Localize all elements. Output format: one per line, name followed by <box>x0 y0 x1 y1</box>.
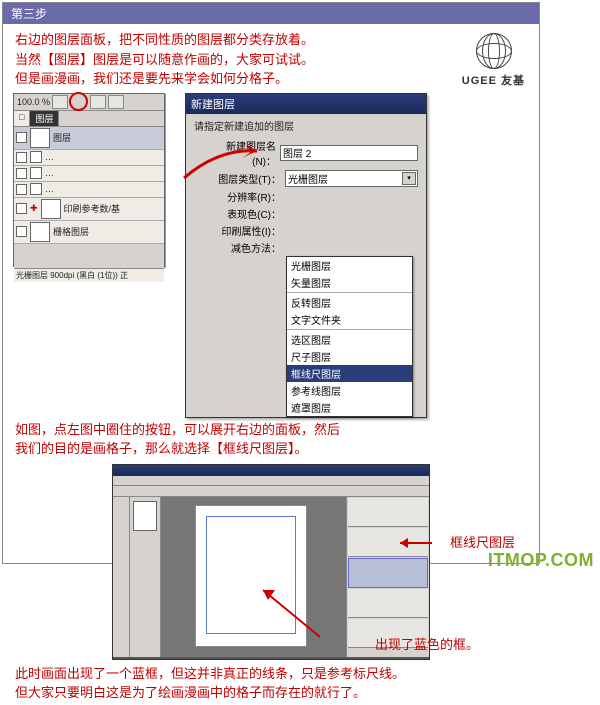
layer-row-print[interactable]: ✚ 印刷参考数/基 <box>14 198 164 221</box>
option-vector[interactable]: 矢量图层 <box>287 274 412 291</box>
option-selection[interactable]: 选区图层 <box>287 331 412 348</box>
toolbar-button[interactable] <box>90 95 106 109</box>
panel-block[interactable] <box>348 589 428 618</box>
red-arrow-icon <box>394 536 434 550</box>
field-print: 印刷属性(I)： <box>186 222 426 239</box>
layers-toolbar: 100.0 % <box>14 94 164 111</box>
layer-row[interactable]: … <box>14 166 164 182</box>
panel-status: 光栅图层 900dpi (黑白 (1位)) 正 <box>14 269 164 282</box>
bottom-line: 此时画面出现了一个蓝框，但这并非真正的线条，只是参考标尺线。 <box>15 664 529 684</box>
right-panels <box>346 497 429 657</box>
middle-line: 如图，点左图中圈住的按钮，可以展开右边的面板，然后 <box>15 420 529 440</box>
layer-row[interactable]: 图层 <box>14 127 164 150</box>
option-frame-ruler[interactable]: 框线尺图层 <box>287 365 412 382</box>
middle-text: 如图，点左图中圈住的按钮，可以展开右边的面板，然后 我们的目的是画格子，那么就选… <box>3 418 539 461</box>
layer-name: 栅格图层 <box>53 225 162 238</box>
layer-name: 图层 <box>53 131 162 144</box>
panel-spacer <box>14 244 164 269</box>
field-reduce: 减色方法： <box>186 239 426 256</box>
toolbar-button[interactable] <box>52 95 68 109</box>
layer-row[interactable]: … <box>14 150 164 166</box>
panel-tabs: □ 图层 <box>14 111 164 127</box>
middle-line: 我们的目的是画格子，那么就选择【框线尺图层】。 <box>15 439 529 459</box>
dialog-prompt: 请指定新建追加的图层 <box>186 114 426 137</box>
option-guide[interactable]: 参考线图层 <box>287 382 412 399</box>
step-header: 第三步 <box>3 3 539 24</box>
label: 表现色(C)： <box>216 206 281 221</box>
intro-line: 但是画漫画，我们还是要先来学会如何分格子。 <box>15 69 415 89</box>
new-layer-dialog: 新建图层 请指定新建追加的图层 新建图层名(N)： 图层类型(T)： 光栅图层 … <box>185 93 427 418</box>
app-menubar <box>113 476 429 486</box>
page-thumb[interactable] <box>133 501 157 531</box>
field-resolution: 分辨率(R)： <box>186 188 426 205</box>
layer-type-options: 光栅图层 矢量图层 反转图层 文字文件夹 选区图层 尺子图层 框线尺图层 参考线… <box>286 256 413 417</box>
screenshot-row-1: 100.0 % □ 图层 图层 … … … ✚ 印刷参考数/基 <box>3 91 539 418</box>
visibility-checkbox[interactable] <box>16 132 27 143</box>
intro-text: 右边的图层面板，把不同性质的图层都分类存放着。 当然【图层】图层是可以随意作画的… <box>3 24 425 91</box>
tab-layers[interactable]: 图层 <box>30 111 59 126</box>
bottom-text: 此时画面出现了一个蓝框，但这并非真正的线条，只是参考标尺线。 但大家只要明白这是… <box>3 660 539 705</box>
zoom-value: 100.0 % <box>17 97 50 107</box>
layer-name-input[interactable] <box>280 145 418 161</box>
dropdown-value: 光栅图层 <box>288 175 328 186</box>
label: 减色方法： <box>216 240 281 255</box>
chevron-down-icon[interactable]: ▾ <box>402 172 416 185</box>
layers-panel: 100.0 % □ 图层 图层 … … … ✚ 印刷参考数/基 <box>13 93 165 267</box>
red-arrow-icon <box>179 143 269 183</box>
option-textfolder[interactable]: 文字文件夹 <box>287 311 412 328</box>
layer-icon <box>30 128 50 148</box>
field-color: 表现色(C)： <box>186 205 426 222</box>
option-mask[interactable]: 遮罩图层 <box>287 399 412 416</box>
app-titlebar <box>113 465 429 476</box>
tutorial-page: 第三步 UGEE 友基 右边的图层面板，把不同性质的图层都分类存放着。 当然【图… <box>2 2 540 564</box>
callout-blue-box: 出现了蓝色的框。 <box>375 634 479 653</box>
tool-sidebar <box>113 497 130 657</box>
layer-row-grid[interactable]: 栅格图层 <box>14 221 164 244</box>
watermark: ITMOP.COM <box>488 550 594 571</box>
layer-row[interactable]: … <box>14 182 164 198</box>
app-toolbar <box>113 486 429 497</box>
globe-icon <box>476 33 510 67</box>
label: 分辨率(R)： <box>216 189 281 204</box>
option-ruler[interactable]: 尺子图层 <box>287 348 412 365</box>
option-raster[interactable]: 光栅图层 <box>287 257 412 274</box>
tab[interactable]: □ <box>14 111 30 126</box>
toolbar-button[interactable] <box>108 95 124 109</box>
red-arrow-icon <box>255 582 325 642</box>
dialog-title: 新建图层 <box>186 94 426 114</box>
option-reverse[interactable]: 反转图层 <box>287 294 412 311</box>
bottom-line: 但大家只要明白这是为了绘画漫画中的格子而存在的就行了。 <box>15 683 529 703</box>
brand-logo: UGEE 友基 <box>462 33 525 88</box>
intro-line: 右边的图层面板，把不同性质的图层都分类存放着。 <box>15 30 415 50</box>
page-nav <box>130 497 161 657</box>
intro-line: 当然【图层】图层是可以随意作画的，大家可试试。 <box>15 50 415 70</box>
circled-button-highlight[interactable] <box>69 92 88 111</box>
callout-frame-layer: 框线尺图层 <box>450 532 515 551</box>
panel-block[interactable] <box>348 498 428 527</box>
layer-name: 印刷参考数/基 <box>64 202 162 215</box>
label: 印刷属性(I)： <box>216 223 281 238</box>
brand-text: UGEE 友基 <box>462 72 525 88</box>
layer-type-dropdown[interactable]: 光栅图层 ▾ <box>285 170 418 187</box>
